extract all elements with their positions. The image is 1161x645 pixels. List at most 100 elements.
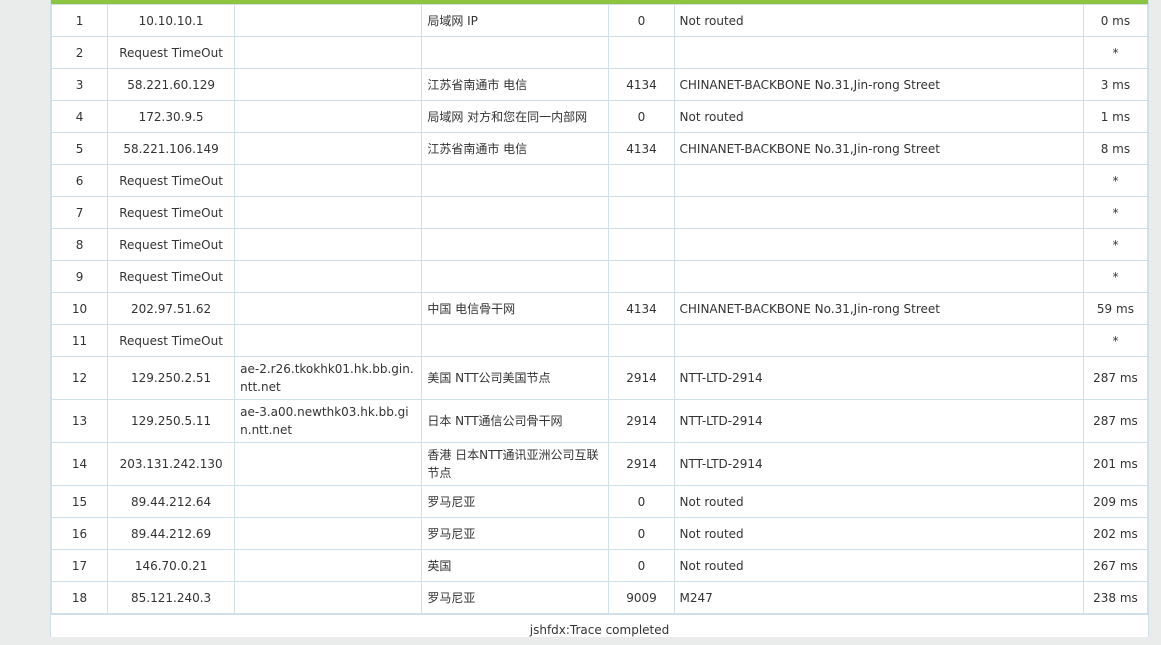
hostname-cell bbox=[234, 485, 423, 518]
hop-number-cell: 10 bbox=[50, 292, 109, 325]
response-time-cell: 59 ms bbox=[1082, 292, 1149, 325]
table-row: 12 129.250.2.51 ae-2.r26.tkokhk01.hk.bb.gi… bbox=[50, 356, 1149, 400]
hostname-cell bbox=[234, 549, 423, 582]
asn-cell: 0 bbox=[608, 485, 675, 518]
table-row: 6 Request TimeOut * bbox=[50, 164, 1149, 197]
ip-address-cell: 129.250.5.11 bbox=[107, 399, 236, 443]
location-cell: 罗马尼亚 bbox=[421, 517, 610, 550]
asn-cell: 2914 bbox=[608, 442, 675, 486]
response-time-cell: 287 ms bbox=[1082, 356, 1149, 400]
response-time-cell: * bbox=[1082, 324, 1149, 357]
asn-cell bbox=[608, 260, 675, 293]
location-cell bbox=[421, 36, 610, 69]
ip-address-cell: 129.250.2.51 bbox=[107, 356, 236, 400]
location-cell: 日本 NTT通信公司骨干网 bbox=[421, 399, 610, 443]
asn-cell bbox=[608, 324, 675, 357]
response-time-cell: * bbox=[1082, 196, 1149, 229]
hostname-cell bbox=[234, 68, 423, 101]
location-cell: 香港 日本NTT通讯亚洲公司互联节点 bbox=[421, 442, 610, 486]
asn-cell: 0 bbox=[608, 100, 675, 133]
response-time-cell: 238 ms bbox=[1082, 581, 1149, 614]
asn-cell: 4134 bbox=[608, 292, 675, 325]
trace-status: jshfdx:Trace completed bbox=[51, 614, 1148, 638]
asn-cell: 2914 bbox=[608, 356, 675, 400]
network-name-cell bbox=[673, 260, 1084, 293]
hop-number-cell: 18 bbox=[50, 581, 109, 614]
asn-cell: 4134 bbox=[608, 132, 675, 165]
hostname-cell bbox=[234, 442, 423, 486]
response-time-cell: * bbox=[1082, 228, 1149, 261]
hop-number-cell: 7 bbox=[50, 196, 109, 229]
hop-number-cell: 3 bbox=[50, 68, 109, 101]
asn-cell: 2914 bbox=[608, 399, 675, 443]
trace-table-body: 1 10.10.10.1 局域网 IP 0 Not routed 0 ms 2 Request… bbox=[50, 4, 1149, 614]
response-time-cell: * bbox=[1082, 164, 1149, 197]
response-time-cell: 8 ms bbox=[1082, 132, 1149, 165]
location-cell: 局域网 IP bbox=[421, 4, 610, 37]
table-row: 5 58.221.106.149 江苏省南通市 电信 4134 CHINANET-BAC… bbox=[50, 132, 1149, 165]
location-cell bbox=[421, 260, 610, 293]
table-row: 3 58.221.60.129 江苏省南通市 电信 4134 CHINANET-BACK… bbox=[50, 68, 1149, 101]
ip-address-cell: 89.44.212.69 bbox=[107, 517, 236, 550]
hop-number-cell: 4 bbox=[50, 100, 109, 133]
location-cell: 罗马尼亚 bbox=[421, 581, 610, 614]
location-cell bbox=[421, 324, 610, 357]
location-cell: 局域网 对方和您在同一内部网 bbox=[421, 100, 610, 133]
response-time-cell: 209 ms bbox=[1082, 485, 1149, 518]
location-cell: 罗马尼亚 bbox=[421, 485, 610, 518]
ip-address-cell: 58.221.60.129 bbox=[107, 68, 236, 101]
ip-address-cell: Request TimeOut bbox=[107, 164, 236, 197]
table-row: 13 129.250.5.11 ae-3.a00.newthk03.hk.bb.gi… bbox=[50, 399, 1149, 443]
ip-address-cell: 85.121.240.3 bbox=[107, 581, 236, 614]
network-name-cell: Not routed bbox=[673, 4, 1084, 37]
response-time-cell: 267 ms bbox=[1082, 549, 1149, 582]
table-row: 7 Request TimeOut * bbox=[50, 196, 1149, 229]
ip-address-cell: 172.30.9.5 bbox=[107, 100, 236, 133]
trace-panel: 1 10.10.10.1 局域网 IP 0 Not routed 0 ms 2 Request… bbox=[50, 0, 1149, 637]
network-name-cell bbox=[673, 164, 1084, 197]
hostname-cell bbox=[234, 292, 423, 325]
ip-address-cell: Request TimeOut bbox=[107, 228, 236, 261]
hop-number-cell: 11 bbox=[50, 324, 109, 357]
hop-number-cell: 13 bbox=[50, 399, 109, 443]
hop-number-cell: 17 bbox=[50, 549, 109, 582]
table-row: 18 85.121.240.3 罗马尼亚 9009 M247 238 ms bbox=[50, 581, 1149, 614]
response-time-cell: 0 ms bbox=[1082, 4, 1149, 37]
hostname-cell bbox=[234, 581, 423, 614]
network-name-cell: CHINANET-BACKBONE No.31,Jin-rong Street bbox=[673, 68, 1084, 101]
location-cell bbox=[421, 228, 610, 261]
asn-cell bbox=[608, 196, 675, 229]
network-name-cell: Not routed bbox=[673, 549, 1084, 582]
response-time-cell: 287 ms bbox=[1082, 399, 1149, 443]
table-row: 14 203.131.242.130 香港 日本NTT通讯亚洲公司互联节点 2914 N… bbox=[50, 442, 1149, 486]
response-time-cell: * bbox=[1082, 260, 1149, 293]
asn-cell: 0 bbox=[608, 517, 675, 550]
location-cell: 中国 电信骨干网 bbox=[421, 292, 610, 325]
hop-number-cell: 16 bbox=[50, 517, 109, 550]
table-row: 9 Request TimeOut * bbox=[50, 260, 1149, 293]
ip-address-cell: Request TimeOut bbox=[107, 324, 236, 357]
location-cell: 英国 bbox=[421, 549, 610, 582]
network-name-cell bbox=[673, 228, 1084, 261]
hostname-cell bbox=[234, 324, 423, 357]
table-row: 1 10.10.10.1 局域网 IP 0 Not routed 0 ms bbox=[50, 4, 1149, 37]
trace-table: 1 10.10.10.1 局域网 IP 0 Not routed 0 ms 2 Request… bbox=[50, 4, 1149, 614]
asn-cell bbox=[608, 36, 675, 69]
asn-cell: 0 bbox=[608, 4, 675, 37]
hop-number-cell: 8 bbox=[50, 228, 109, 261]
ip-address-cell: 203.131.242.130 bbox=[107, 442, 236, 486]
response-time-cell: * bbox=[1082, 36, 1149, 69]
network-name-cell bbox=[673, 196, 1084, 229]
network-name-cell: Not routed bbox=[673, 100, 1084, 133]
hop-number-cell: 1 bbox=[50, 4, 109, 37]
ip-address-cell: 146.70.0.21 bbox=[107, 549, 236, 582]
hostname-cell bbox=[234, 4, 423, 37]
ip-address-cell: 202.97.51.62 bbox=[107, 292, 236, 325]
response-time-cell: 1 ms bbox=[1082, 100, 1149, 133]
table-row: 10 202.97.51.62 中国 电信骨干网 4134 CHINANET-BACKB… bbox=[50, 292, 1149, 325]
response-time-cell: 202 ms bbox=[1082, 517, 1149, 550]
hop-number-cell: 9 bbox=[50, 260, 109, 293]
table-row: 8 Request TimeOut * bbox=[50, 228, 1149, 261]
ip-address-cell: 89.44.212.64 bbox=[107, 485, 236, 518]
hostname-cell bbox=[234, 36, 423, 69]
